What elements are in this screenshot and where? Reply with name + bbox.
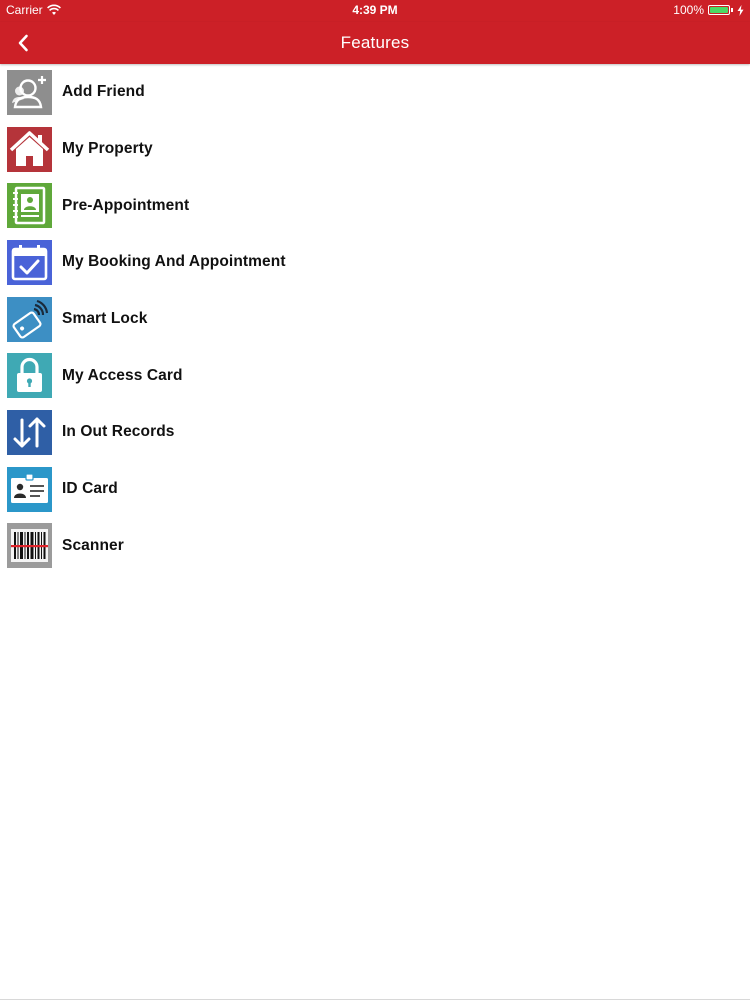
feature-label: Scanner — [62, 536, 124, 554]
feature-label: Add Friend — [62, 83, 145, 101]
address-book-icon — [7, 183, 52, 229]
feature-label: My Booking And Appointment — [62, 253, 286, 271]
battery-fill — [710, 7, 728, 13]
barcode-scanner-icon — [7, 523, 52, 569]
nfc-card-icon — [7, 296, 52, 342]
battery-icon — [708, 5, 730, 15]
feature-label: My Property — [62, 140, 153, 158]
feature-pre-appointment[interactable]: Pre-Appointment — [0, 177, 750, 234]
page-title: Features — [340, 33, 410, 52]
house-icon — [7, 126, 52, 172]
feature-label: My Access Card — [62, 366, 183, 384]
feature-label: In Out Records — [62, 423, 175, 441]
feature-list: Add Friend My Property Pre-Appointment M… — [0, 64, 750, 574]
charging-bolt-icon — [737, 4, 744, 16]
features-screen: Carrier 4:39 PM 100% Features Add Friend… — [0, 0, 750, 1000]
feature-smart-lock[interactable]: Smart Lock — [0, 291, 750, 348]
feature-label: Pre-Appointment — [62, 196, 190, 214]
feature-id-card[interactable]: ID Card — [0, 461, 750, 518]
feature-scanner[interactable]: Scanner — [0, 518, 750, 575]
calendar-check-icon — [7, 239, 52, 285]
feature-my-access-card[interactable]: My Access Card — [0, 347, 750, 404]
status-time: 4:39 PM — [352, 3, 398, 17]
feature-label: Smart Lock — [62, 310, 148, 328]
padlock-icon — [7, 353, 52, 399]
in-out-arrows-icon — [7, 409, 52, 455]
feature-my-property[interactable]: My Property — [0, 121, 750, 178]
feature-add-friend[interactable]: Add Friend — [0, 64, 750, 121]
battery-cap — [731, 8, 733, 12]
status-bar: Carrier 4:39 PM 100% — [0, 0, 750, 22]
feature-in-out-records[interactable]: In Out Records — [0, 404, 750, 461]
battery-percent: 100% — [673, 3, 704, 17]
id-card-icon — [7, 466, 52, 512]
feature-my-booking-and-appointment[interactable]: My Booking And Appointment — [0, 234, 750, 291]
feature-label: ID Card — [62, 480, 118, 498]
add-friend-icon — [7, 69, 52, 115]
status-right: 100% — [673, 3, 744, 17]
nav-bar: Features — [0, 22, 750, 64]
